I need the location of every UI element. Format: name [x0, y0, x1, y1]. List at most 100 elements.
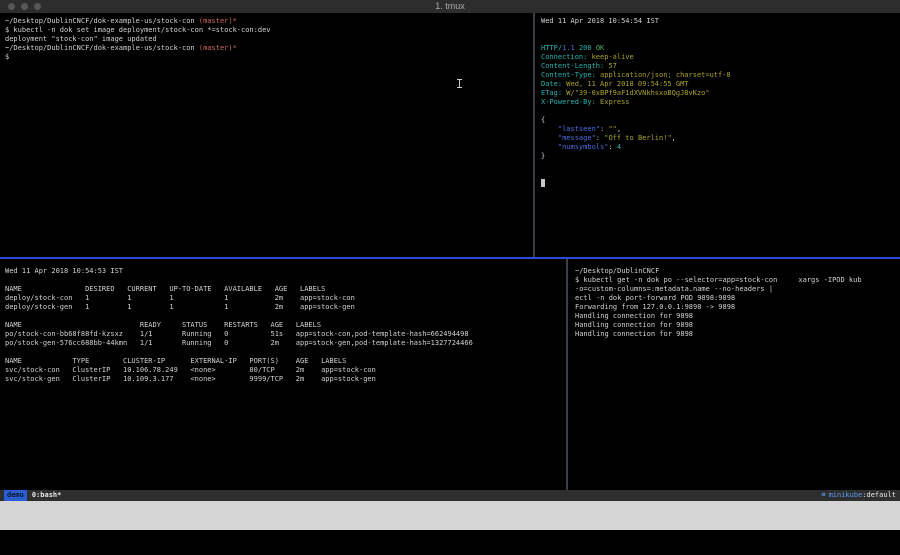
text-segment	[541, 143, 558, 151]
text-segment: Date:	[541, 80, 562, 88]
text-segment: svc/stock-gen ClusterIP 10.109.3.177 <no…	[5, 375, 376, 383]
text-segment: Handling connection for 9898	[575, 321, 693, 329]
text-segment: (master)*	[199, 17, 237, 25]
terminal-line: deploy/stock-gen 1 1 1 1 2m app=stock-ge…	[5, 303, 571, 312]
text-segment: "message"	[558, 134, 596, 142]
terminal-line: -o=custom-columns=:metadata.name --no-he…	[575, 285, 900, 294]
terminal-line: Wed 11 Apr 2018 10:54:54 IST	[541, 17, 900, 26]
text-segment: deploy/stock-con 1 1 1 1 2m app=stock-co…	[5, 294, 355, 302]
pane-port-forward[interactable]: ~/Desktop/DublinCNCF$ kubectl get -n dok…	[570, 259, 900, 498]
terminal-window: 1. tmux ~/Desktop/DublinCNCF/dok-example…	[0, 0, 900, 501]
terminal-line: po/stock-con-bb68f88fd-kzsxz 1/1 Running…	[5, 330, 571, 339]
terminal-line: "message": "Off to Berlin!",	[541, 134, 900, 143]
text-segment: ""	[608, 125, 616, 133]
terminal-line: $ kubectl -n dok set image deployment/st…	[5, 26, 538, 35]
text-segment: (master)*	[199, 44, 237, 52]
status-right: ☸ minikube:default	[821, 490, 896, 501]
tmux-terminal: ~/Desktop/DublinCNCF/dok-example-us/stoc…	[0, 13, 900, 490]
text-segment: }	[541, 152, 545, 160]
text-segment: ~/Desktop/DublinCNCF	[575, 267, 659, 275]
text-segment: NAME DESIRED CURRENT UP-TO-DATE AVAILABL…	[5, 285, 325, 293]
text-segment: NAME TYPE CLUSTER-IP EXTERNAL-IP PORT(S)…	[5, 357, 346, 365]
text-segment: Forwarding from 127.0.0.1:9898 -> 9898	[575, 303, 735, 311]
text-segment: Handling connection for 9898	[575, 330, 693, 338]
text-segment: OK	[592, 44, 605, 52]
terminal-line	[5, 348, 571, 357]
terminal-line: ~/Desktop/DublinCNCF/dok-example-us/stoc…	[5, 44, 538, 53]
terminal-line: Content-Type: application/json; charset=…	[541, 71, 900, 80]
terminal-line: Handling connection for 9898	[575, 321, 900, 330]
pane-divider-vertical-top[interactable]	[533, 13, 535, 257]
text-segment	[541, 134, 558, 142]
text-segment: ,	[672, 134, 676, 142]
terminal-line: deployment "stock-con" image updated	[5, 35, 538, 44]
text-segment: ~/Desktop/DublinCNCF/dok-example-us/stoc…	[5, 17, 199, 25]
session-name-badge: demo	[4, 490, 27, 501]
terminal-line: po/stock-gen-576cc688bb-44kmn 1/1 Runnin…	[5, 339, 571, 348]
terminal-line: svc/stock-con ClusterIP 10.106.78.249 <n…	[5, 366, 571, 375]
terminal-line	[541, 35, 900, 44]
text-segment: po/stock-gen-576cc688bb-44kmn 1/1 Runnin…	[5, 339, 473, 347]
text-segment: HTTP/	[541, 44, 562, 52]
kubernetes-icon: ☸	[821, 490, 825, 501]
text-segment: po/stock-con-bb68f88fd-kzsxz 1/1 Running…	[5, 330, 469, 338]
text-segment: application/json; charset=utf-8	[596, 71, 731, 79]
pane-shell-set-image[interactable]: ~/Desktop/DublinCNCF/dok-example-us/stoc…	[0, 13, 538, 261]
terminal-cursor	[541, 179, 545, 187]
text-segment: svc/stock-con ClusterIP 10.106.78.249 <n…	[5, 366, 376, 374]
kube-context-label: minikube	[829, 490, 863, 501]
text-segment: :	[608, 143, 616, 151]
text-segment: deploy/stock-gen 1 1 1 1 2m app=stock-ge…	[5, 303, 355, 311]
text-segment: Connection:	[541, 53, 587, 61]
terminal-line: $	[5, 53, 538, 62]
terminal-line: svc/stock-gen ClusterIP 10.109.3.177 <no…	[5, 375, 571, 384]
tmux-status-bar: demo 0:bash* ☸ minikube:default	[0, 490, 900, 501]
terminal-line: }	[541, 152, 900, 161]
terminal-line: NAME TYPE CLUSTER-IP EXTERNAL-IP PORT(S)…	[5, 357, 571, 366]
text-segment: Content-Length:	[541, 62, 604, 70]
bottom-black-strip	[0, 530, 900, 555]
terminal-line: Forwarding from 127.0.0.1:9898 -> 9898	[575, 303, 900, 312]
desktop-strip	[0, 501, 900, 530]
text-segment: Wed 11 Apr 2018 10:54:54 IST	[541, 17, 659, 25]
text-segment: 200	[579, 44, 592, 52]
terminal-line	[541, 179, 900, 188]
text-segment: "numsymbols"	[558, 143, 609, 151]
terminal-line: Handling connection for 9898	[575, 312, 900, 321]
terminal-line: HTTP/1.1 200 OK	[541, 44, 900, 53]
terminal-line: Connection: keep-alive	[541, 53, 900, 62]
window-titlebar[interactable]: 1. tmux	[0, 0, 900, 14]
terminal-line: Wed 11 Apr 2018 10:54:53 IST	[5, 267, 571, 276]
terminal-line: "numsymbols": 4	[541, 143, 900, 152]
terminal-line: ETag: W/"39-0xBPf9aF1dXVNkhsxoBQgJ8vKzo"	[541, 89, 900, 98]
terminal-line: NAME READY STATUS RESTARTS AGE LABELS	[5, 321, 571, 330]
pane-kubectl-resources[interactable]: Wed 11 Apr 2018 10:54:53 IST NAME DESIRED…	[0, 259, 571, 498]
terminal-line: ~/Desktop/DublinCNCF	[575, 267, 900, 276]
pane-divider-horizontal[interactable]	[0, 257, 900, 259]
mouse-cursor-icon	[459, 79, 460, 88]
text-segment: $ kubectl get -n dok po --selector=app=s…	[575, 276, 862, 284]
text-segment: ETag:	[541, 89, 562, 97]
terminal-line	[541, 161, 900, 170]
text-segment: Express	[596, 98, 630, 106]
status-left: demo 0:bash*	[4, 490, 61, 501]
text-segment: 57	[604, 62, 617, 70]
kube-namespace-label: :default	[862, 490, 896, 501]
text-segment: ectl -n dok port-forward POD 9898:9898	[575, 294, 735, 302]
pane-divider-vertical-bottom[interactable]	[566, 259, 568, 490]
terminal-line: "lastseen": "",	[541, 125, 900, 134]
text-segment: keep-alive	[587, 53, 633, 61]
terminal-line	[5, 276, 571, 285]
terminal-line: X-Powered-By: Express	[541, 98, 900, 107]
terminal-line: NAME DESIRED CURRENT UP-TO-DATE AVAILABL…	[5, 285, 571, 294]
text-segment: Handling connection for 9898	[575, 312, 693, 320]
terminal-line: deploy/stock-con 1 1 1 1 2m app=stock-co…	[5, 294, 571, 303]
terminal-line: ectl -n dok port-forward POD 9898:9898	[575, 294, 900, 303]
text-segment: "lastseen"	[558, 125, 600, 133]
text-segment: W/"39-0xBPf9aF1dXVNkhsxoBQgJ8vKzo"	[562, 89, 710, 97]
active-window-label[interactable]: 0:bash*	[32, 490, 62, 501]
pane-http-response[interactable]: Wed 11 Apr 2018 10:54:54 IST HTTP/1.1 200…	[537, 13, 900, 261]
text-segment: Wed 11 Apr 2018 10:54:53 IST	[5, 267, 123, 275]
text-segment: Content-Type:	[541, 71, 596, 79]
terminal-line: Content-Length: 57	[541, 62, 900, 71]
